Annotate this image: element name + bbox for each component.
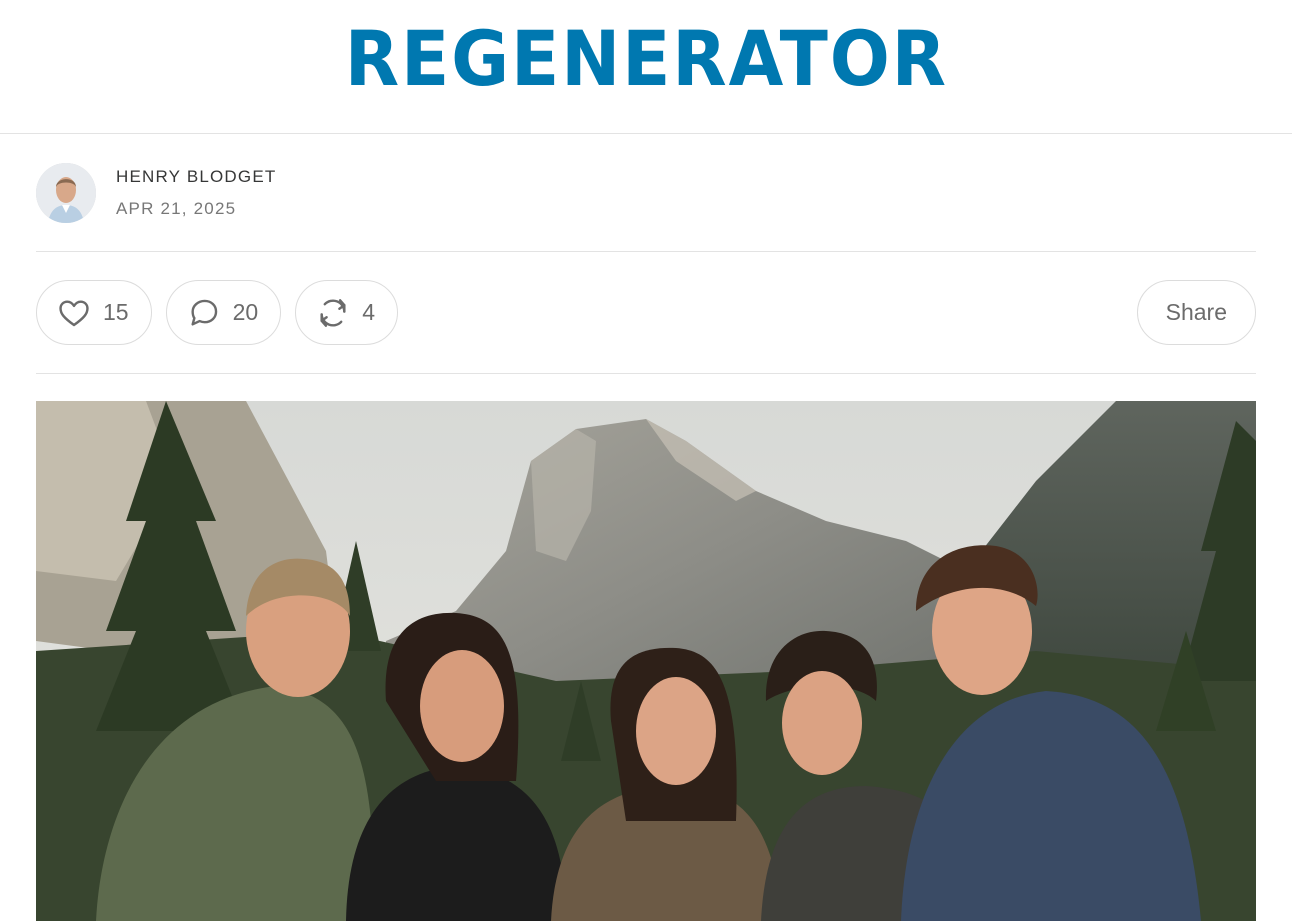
heart-icon: [59, 299, 89, 326]
post-actions: 15 20 4 Share: [36, 252, 1256, 374]
post-byline: HENRY BLODGET APR 21, 2025: [36, 134, 1256, 252]
restack-button[interactable]: 4: [295, 280, 398, 345]
share-button[interactable]: Share: [1136, 280, 1256, 345]
publication-logo[interactable]: REGENERATOR: [344, 20, 947, 97]
like-count: 15: [103, 299, 129, 325]
engagement-buttons: 15 20 4: [36, 280, 398, 345]
like-button[interactable]: 15: [36, 280, 152, 345]
post-container: HENRY BLODGET APR 21, 2025 15 20 4 Share: [36, 134, 1256, 921]
post-date: APR 21, 2025: [116, 198, 237, 218]
restack-icon: [320, 298, 346, 327]
masthead: REGENERATOR: [0, 0, 1292, 134]
family-photo: [36, 401, 1256, 921]
author-avatar[interactable]: [36, 162, 96, 223]
comment-icon: [191, 299, 217, 326]
author-portrait-image: [36, 162, 96, 223]
hero-image[interactable]: [36, 401, 1256, 921]
author-name[interactable]: HENRY BLODGET: [116, 167, 276, 187]
comment-count: 20: [232, 299, 259, 325]
comment-button[interactable]: 20: [165, 280, 282, 345]
restack-count: 4: [362, 299, 375, 325]
byline-meta: HENRY BLODGET APR 21, 2025: [116, 167, 276, 219]
